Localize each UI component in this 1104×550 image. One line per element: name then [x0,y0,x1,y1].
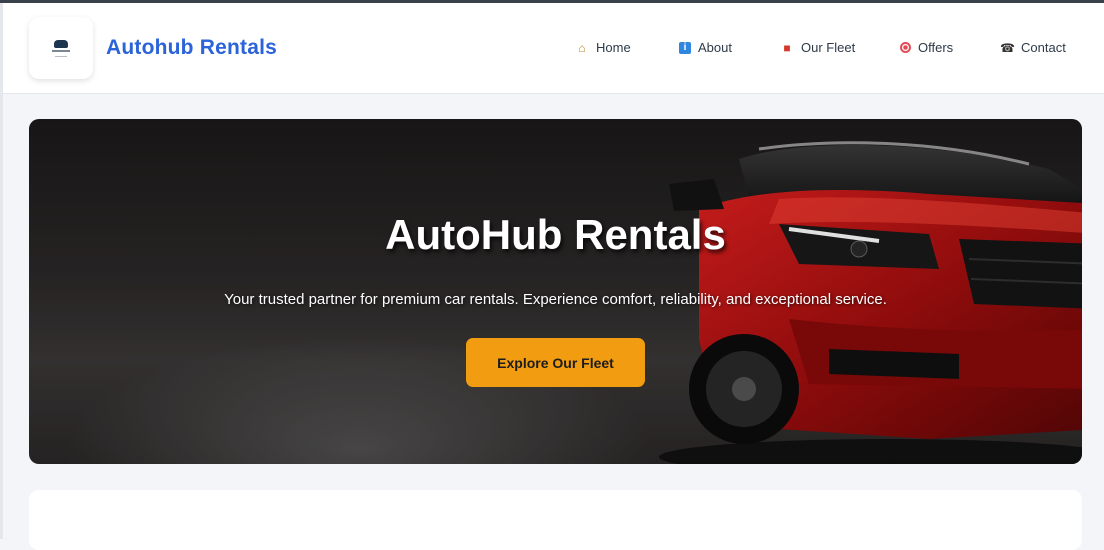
brand-name[interactable]: Autohub Rentals [106,36,277,60]
content-card [29,490,1082,550]
nav-home-label: Home [596,40,631,55]
target-icon [900,42,911,53]
info-icon: i [679,41,691,54]
explore-fleet-button[interactable]: Explore Our Fleet [466,338,645,387]
logo[interactable] [29,17,93,79]
nav-our-fleet[interactable]: ■ Our Fleet [780,40,855,55]
nav-about[interactable]: i About [679,40,732,55]
nav-fleet-label: Our Fleet [801,40,856,55]
nav-contact-label: Contact [1021,40,1066,55]
nav-about-label: About [698,40,732,55]
hero-banner: AutoHub Rentals Your trusted partner for… [29,119,1082,464]
hero-title: AutoHub Rentals [385,211,726,258]
nav-home[interactable]: ⌂ Home [575,40,631,55]
phone-icon: ☎ [1000,40,1015,55]
hero-subtitle: Your trusted partner for premium car ren… [224,291,887,308]
home-icon: ⌂ [578,40,586,55]
nav-contact[interactable]: ☎ Contact [1000,40,1066,55]
nav-offers-label: Offers [918,40,954,55]
car-logo-icon [54,40,68,48]
site-header: Autohub Rentals ⌂ Home i About ■ Our Fle… [3,3,1104,94]
car-icon: ■ [783,40,791,55]
nav-offers[interactable]: Offers [900,40,953,55]
